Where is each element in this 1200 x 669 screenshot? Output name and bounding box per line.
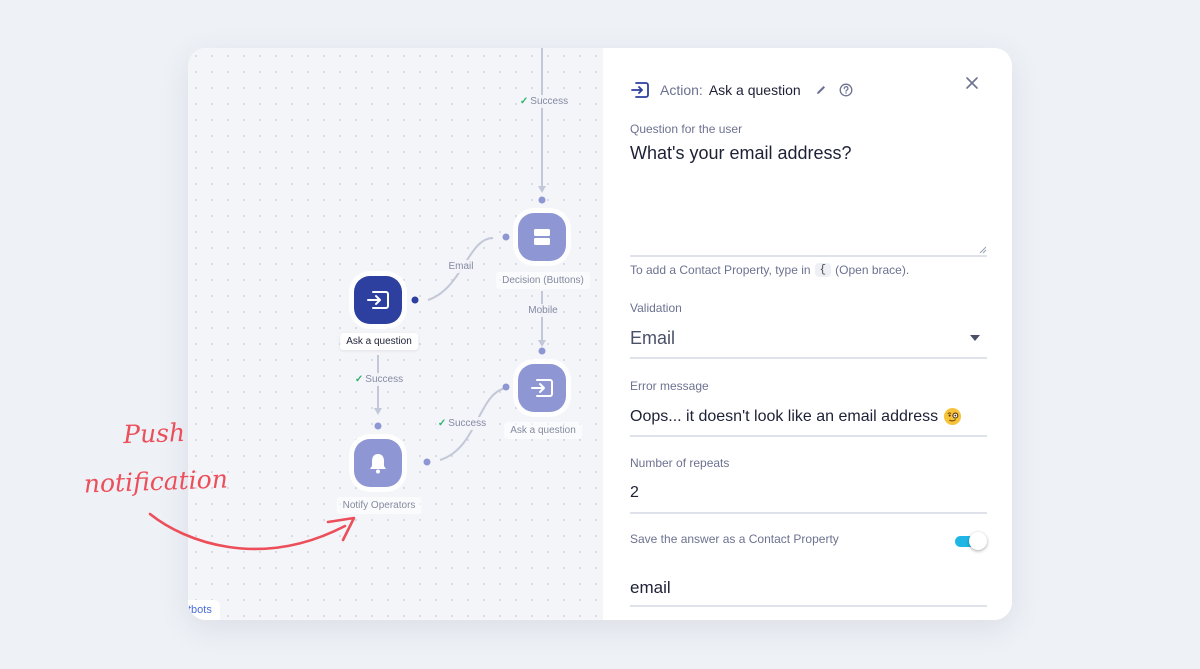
help-icon[interactable] (839, 83, 853, 97)
error-message-input[interactable]: Oops... it doesn't look like an email ad… (630, 407, 962, 426)
resize-handle-icon[interactable] (979, 246, 987, 254)
error-message-underline (630, 435, 987, 437)
input-icon (631, 82, 649, 98)
notify-operators-node[interactable] (354, 439, 402, 487)
monocle-emoji-icon (944, 407, 962, 426)
ask-question-node-2-label: Ask a question (504, 422, 582, 439)
ask-question-node-2[interactable] (518, 364, 566, 412)
chevron-down-icon[interactable] (970, 335, 980, 341)
question-label: Question for the user (630, 122, 743, 136)
input-icon (367, 291, 389, 309)
ask-question-node-label: Ask a question (340, 333, 418, 350)
edit-icon[interactable] (815, 84, 827, 96)
decision-node[interactable] (518, 213, 566, 261)
validation-label: Validation (630, 301, 682, 315)
port-decision-in (538, 196, 546, 204)
edge-label-mobile: Mobile (526, 304, 560, 317)
decision-node-label: Decision (Buttons) (496, 272, 590, 289)
ask-question-node[interactable] (354, 276, 402, 324)
panel-header: Action: Ask a question (630, 81, 853, 99)
edge-label-top-success: ✓ Success (517, 95, 571, 108)
save-property-label: Save the answer as a Contact Property (630, 532, 839, 546)
contact-property-hint: To add a Contact Property, type in { (Op… (630, 263, 910, 277)
action-panel: Action: Ask a question Question for the … (603, 48, 1012, 620)
save-property-toggle[interactable] (953, 532, 987, 550)
bell-icon (370, 454, 386, 474)
open-brace-key: { (814, 263, 832, 277)
decision-buttons-icon (534, 229, 550, 245)
repeats-label: Number of repeats (630, 456, 730, 470)
edge-label-notify-success: ✓ Success (435, 417, 489, 430)
edge-label-email: Email (446, 260, 476, 273)
action-name: Ask a question (708, 82, 801, 98)
port-ask-out (411, 296, 419, 304)
action-type-label: Action: (660, 82, 703, 98)
repeats-underline (630, 512, 987, 514)
input-icon (531, 379, 553, 397)
question-underline (630, 255, 987, 257)
close-button[interactable] (961, 72, 983, 94)
bottom-chip[interactable]: tbots (188, 600, 220, 620)
close-icon (966, 77, 978, 89)
property-name-input[interactable]: email (630, 578, 671, 598)
validation-select[interactable]: Email (630, 328, 675, 349)
push-notification-annotation: Push notification (83, 417, 229, 499)
property-name-underline (630, 605, 987, 607)
question-textarea[interactable]: What's your email address? (630, 143, 852, 164)
error-message-label: Error message (630, 379, 709, 393)
edge-label-ask-success: ✓ Success (352, 373, 406, 386)
validation-underline (630, 357, 987, 359)
repeats-input[interactable]: 2 (630, 484, 639, 502)
annotation-arrow-icon (148, 512, 356, 551)
